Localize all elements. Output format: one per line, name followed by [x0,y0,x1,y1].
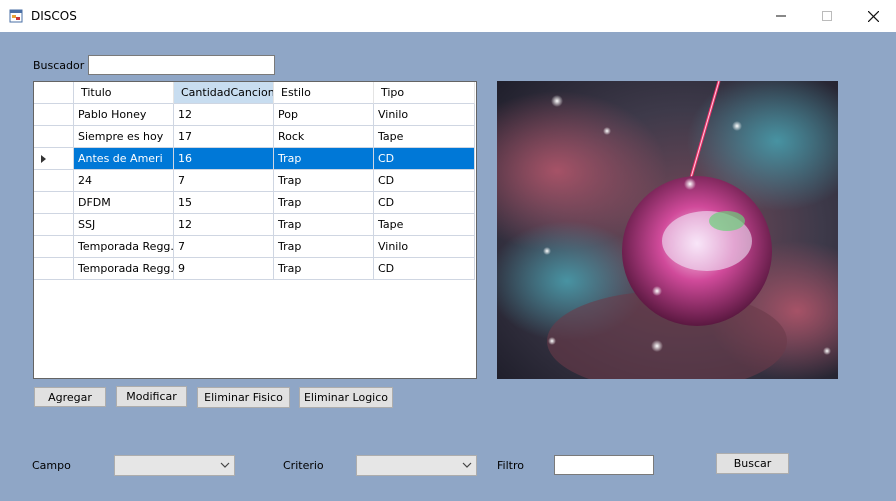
search-label: Buscador [33,59,85,72]
table-row[interactable]: SSJ 12 Trap Tape [34,214,476,236]
search-button[interactable]: Buscar [716,453,789,474]
table-cell[interactable]: Pop [274,104,374,126]
row-header[interactable] [34,214,74,236]
table-cell[interactable]: Trap [274,192,374,214]
grid-header-row: TituloCantidadCancionesEstiloTipo [34,82,476,104]
table-cell[interactable]: 12 [174,214,274,236]
maximize-button[interactable] [804,0,850,32]
table-cell[interactable]: CD [374,258,475,280]
table-row[interactable]: Temporada Regg... 9 Trap CD [34,258,476,280]
table-row[interactable]: 24 7 Trap CD [34,170,476,192]
row-header[interactable] [34,192,74,214]
table-row[interactable]: Temporada Regg... 7 Trap Vinilo [34,236,476,258]
delete-physical-button[interactable]: Eliminar Fisico [197,387,290,408]
table-cell[interactable]: 12 [174,104,274,126]
table-cell[interactable]: Temporada Regg... [74,236,174,258]
column-header[interactable]: Titulo [74,82,174,104]
table-cell[interactable]: DFDM [74,192,174,214]
table-cell[interactable]: 16 [174,148,274,170]
row-header[interactable] [34,148,74,170]
row-header[interactable] [34,104,74,126]
maximize-icon [822,11,832,21]
table-cell[interactable]: CD [374,192,475,214]
chevron-down-icon [462,462,472,468]
table-cell[interactable]: Antes de Ameri [74,148,174,170]
album-cover-image [497,81,838,379]
table-row[interactable]: Pablo Honey 12 Pop Vinilo [34,104,476,126]
row-header[interactable] [34,258,74,280]
window-title: DISCOS [31,9,77,23]
column-header[interactable]: Estilo [274,82,374,104]
table-cell[interactable]: Vinilo [374,104,475,126]
table-cell[interactable]: CD [374,148,475,170]
column-header[interactable]: Tipo [374,82,475,104]
criteria-combobox[interactable] [356,455,477,476]
row-header[interactable] [34,236,74,258]
table-cell[interactable]: 24 [74,170,174,192]
close-button[interactable] [850,0,896,32]
table-row[interactable]: Siempre es hoy 17 Rock Tape [34,126,476,148]
album-cover-art [497,81,838,379]
add-button[interactable]: Agregar [34,387,106,407]
table-cell[interactable]: 9 [174,258,274,280]
table-cell[interactable]: 7 [174,170,274,192]
table-cell[interactable]: Trap [274,236,374,258]
filter-label: Filtro [497,459,524,472]
table-cell[interactable]: 7 [174,236,274,258]
table-cell[interactable]: 15 [174,192,274,214]
minimize-button[interactable] [758,0,804,32]
table-cell[interactable]: Temporada Regg... [74,258,174,280]
table-cell[interactable]: Trap [274,214,374,236]
search-input[interactable] [88,55,275,75]
table-cell[interactable]: Tape [374,126,475,148]
table-row[interactable]: Antes de Ameri 16 Trap CD [34,148,476,170]
row-header[interactable] [34,170,74,192]
column-header[interactable]: CantidadCanciones [174,82,274,104]
close-icon [867,10,879,22]
chevron-down-icon [220,462,230,468]
table-cell[interactable]: 17 [174,126,274,148]
table-cell[interactable]: Tape [374,214,475,236]
minimize-icon [776,15,786,17]
discos-grid[interactable]: TituloCantidadCancionesEstiloTipoPablo H… [33,81,477,379]
title-bar: DISCOS [0,0,896,32]
table-cell[interactable]: Rock [274,126,374,148]
app-form-icon [9,9,23,23]
filter-input[interactable] [554,455,654,475]
table-cell[interactable]: SSJ [74,214,174,236]
table-cell[interactable]: Trap [274,170,374,192]
field-combobox[interactable] [114,455,235,476]
table-cell[interactable]: Siempre es hoy [74,126,174,148]
grid-corner-header[interactable] [34,82,74,104]
criteria-label: Criterio [283,459,324,472]
table-cell[interactable]: CD [374,170,475,192]
table-cell[interactable]: Trap [274,258,374,280]
table-row[interactable]: DFDM 15 Trap CD [34,192,476,214]
delete-logical-button[interactable]: Eliminar Logico [299,387,393,408]
field-label: Campo [32,459,71,472]
modify-button[interactable]: Modificar [116,386,187,407]
row-header[interactable] [34,126,74,148]
table-cell[interactable]: Pablo Honey [74,104,174,126]
table-cell[interactable]: Vinilo [374,236,475,258]
table-cell[interactable]: Trap [274,148,374,170]
current-row-arrow-icon [41,155,46,163]
